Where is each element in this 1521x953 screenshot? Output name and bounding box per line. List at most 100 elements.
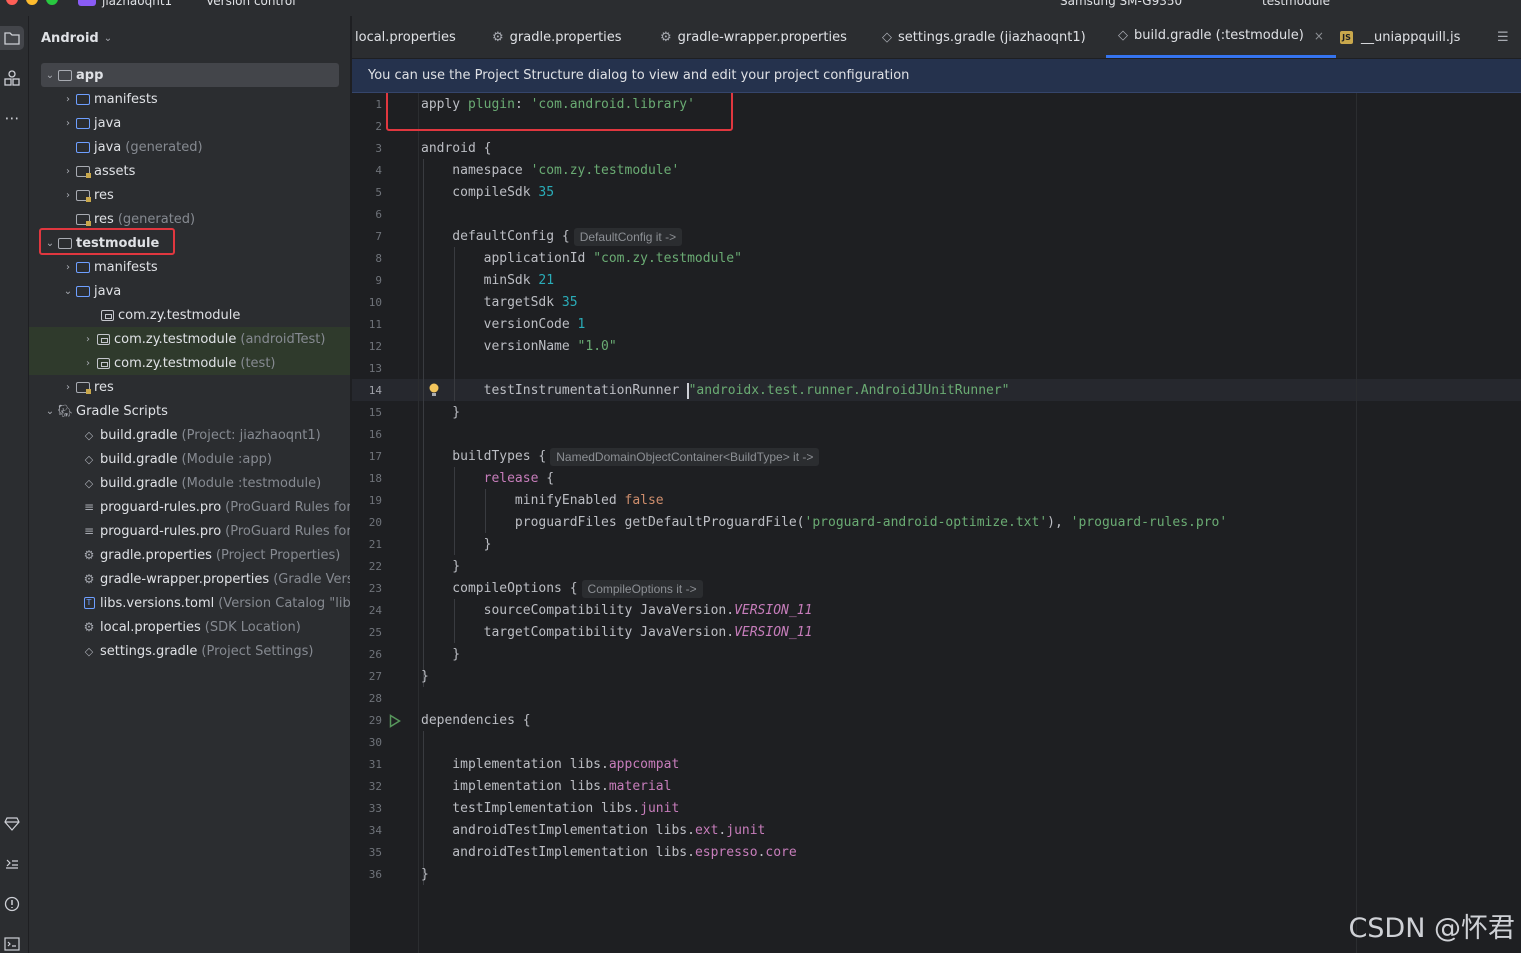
terminal-icon[interactable] bbox=[0, 932, 24, 953]
chevron-right-icon[interactable]: › bbox=[61, 94, 75, 105]
chevron-right-icon[interactable]: › bbox=[61, 118, 75, 129]
close-icon[interactable]: × bbox=[1314, 29, 1324, 43]
chevron-down-icon[interactable]: ⌄ bbox=[61, 286, 75, 297]
code-line: } bbox=[421, 647, 461, 662]
tree-node-gradle-scripts[interactable]: ⌄ 🐘︎ Gradle Scripts bbox=[29, 399, 350, 423]
tree-node-build-gradle[interactable]: ◇ build.gradle (Module :app) bbox=[29, 447, 350, 471]
chevron-right-icon[interactable]: › bbox=[61, 382, 75, 393]
folder-icon bbox=[75, 93, 91, 105]
line-number: 30 bbox=[368, 736, 382, 749]
line-number: 16 bbox=[368, 428, 382, 441]
code-line: implementation libs.appcompat bbox=[421, 757, 680, 772]
chevron-right-icon[interactable]: › bbox=[61, 166, 75, 177]
line-number: 32 bbox=[368, 780, 382, 793]
device-selector[interactable]: Samsung SM-G9350 bbox=[1060, 0, 1182, 8]
line-number: 29 bbox=[368, 714, 382, 727]
resource-folder-icon bbox=[75, 189, 91, 202]
lightbulb-icon[interactable] bbox=[428, 382, 440, 398]
run-config-selector[interactable]: testmodule bbox=[1262, 0, 1330, 8]
code-line-current: testInstrumentationRunner "androidx.test… bbox=[421, 382, 1010, 399]
tab-uniappquill-js[interactable]: JS __uniappquill.js bbox=[1340, 16, 1460, 58]
module-folder-icon bbox=[57, 69, 73, 81]
chevron-down-icon[interactable]: ⌄ bbox=[43, 406, 57, 417]
tree-node-gradle-properties[interactable]: ⚙ gradle.properties (Project Properties) bbox=[29, 543, 350, 567]
inlay-hint[interactable]: DefaultConfig it -> bbox=[573, 227, 683, 246]
tree-node-java[interactable]: ⌄ java bbox=[29, 279, 350, 303]
line-number: 9 bbox=[375, 274, 382, 287]
tab-gradle-wrapper-properties[interactable]: ⚙ gradle-wrapper.properties bbox=[660, 16, 847, 58]
code-line: androidTestImplementation libs.ext.junit bbox=[421, 823, 766, 838]
chevron-down-icon[interactable]: ⌄ bbox=[43, 238, 57, 249]
tree-node-assets[interactable]: › assets bbox=[29, 159, 350, 183]
tree-node-proguard[interactable]: ≡ proguard-rules.pro (ProGuard Rules for… bbox=[29, 519, 350, 543]
tree-node-package-test[interactable]: › com.zy.testmodule (test) bbox=[29, 351, 350, 375]
line-number: 11 bbox=[368, 318, 382, 331]
tree-node-java-generated[interactable]: java (generated) bbox=[29, 135, 350, 159]
chevron-right-icon[interactable]: › bbox=[81, 334, 95, 345]
project-selector[interactable]: jiazhaoqnt1 bbox=[102, 0, 172, 8]
tree-node-package[interactable]: com.zy.testmodule bbox=[29, 303, 350, 327]
module-folder-icon bbox=[57, 237, 73, 249]
tab-settings-gradle[interactable]: ◇ settings.gradle (jiazhaoqnt1) bbox=[882, 16, 1086, 58]
project-tool-icon[interactable] bbox=[0, 26, 24, 50]
maximize-window-icon[interactable] bbox=[46, 0, 58, 5]
tree-node-build-gradle[interactable]: ◇ build.gradle (Module :testmodule) bbox=[29, 471, 350, 495]
code-line: targetCompatibility JavaVersion.VERSION_… bbox=[421, 625, 813, 640]
tab-overflow-icon[interactable]: ☰ bbox=[1497, 16, 1515, 58]
gradle-file-icon: ◇ bbox=[84, 452, 94, 466]
tree-node-build-gradle[interactable]: ◇ build.gradle (Project: jiazhaoqnt1) bbox=[29, 423, 350, 447]
project-tree: ⌄ app › manifests › java java (generated… bbox=[29, 63, 350, 663]
more-tools-icon[interactable]: ⋯ bbox=[0, 106, 24, 130]
tree-node-manifests[interactable]: › manifests bbox=[29, 87, 350, 111]
tree-node-libs-versions[interactable]: T libs.versions.toml (Version Catalog "l… bbox=[29, 591, 350, 615]
project-view-label: Android bbox=[41, 30, 99, 46]
project-view-selector[interactable]: Android ⌄ bbox=[29, 16, 350, 60]
code-line: sourceCompatibility JavaVersion.VERSION_… bbox=[421, 603, 813, 618]
inlay-hint[interactable]: NamedDomainObjectContainer<BuildType> it… bbox=[550, 447, 820, 466]
code-line: defaultConfig {DefaultConfig it -> bbox=[421, 226, 683, 248]
chevron-right-icon[interactable]: › bbox=[61, 262, 75, 273]
line-number: 10 bbox=[368, 296, 382, 309]
chevron-right-icon[interactable]: › bbox=[81, 358, 95, 369]
problems-icon[interactable] bbox=[0, 892, 24, 916]
project-badge-icon bbox=[78, 0, 96, 6]
vcs-menu[interactable]: Version control bbox=[206, 0, 296, 8]
close-window-icon[interactable] bbox=[6, 0, 18, 5]
line-number: 7 bbox=[375, 230, 382, 243]
logcat-icon[interactable] bbox=[0, 852, 24, 876]
line-number: 36 bbox=[368, 868, 382, 881]
tree-node-testmodule[interactable]: ⌄ testmodule bbox=[29, 231, 350, 255]
chevron-right-icon[interactable]: › bbox=[61, 190, 75, 201]
tab-local-properties[interactable]: local.properties bbox=[355, 16, 456, 58]
code-line: applicationId "com.zy.testmodule" bbox=[421, 251, 742, 266]
tree-node-manifests[interactable]: › manifests bbox=[29, 255, 350, 279]
code-editor[interactable]: 1 2 3 4 5 6 7 8 9 10 11 12 13 14 15 16 17 18 19 20 21 22 23 24 2… bbox=[352, 93, 1521, 953]
chevron-down-icon[interactable]: ⌄ bbox=[43, 70, 57, 81]
inlay-hint[interactable]: CompileOptions it -> bbox=[581, 579, 703, 598]
tree-node-local-properties[interactable]: ⚙ local.properties (SDK Location) bbox=[29, 615, 350, 639]
resource-manager-icon[interactable] bbox=[0, 66, 24, 90]
tab-build-gradle-testmodule[interactable]: ◇ build.gradle (:testmodule) × bbox=[1106, 16, 1336, 58]
tree-node-gradle-wrapper[interactable]: ⚙ gradle-wrapper.properties (Gradle Vers… bbox=[29, 567, 350, 591]
line-number: 17 bbox=[368, 450, 382, 463]
tree-node-res-generated[interactable]: res (generated) bbox=[29, 207, 350, 231]
project-panel: Android ⌄ ⌄ app › manifests › java java … bbox=[29, 16, 351, 953]
line-number: 21 bbox=[368, 538, 382, 551]
tree-node-java[interactable]: › java bbox=[29, 111, 350, 135]
watermark: CSDN @怀君 bbox=[1348, 913, 1515, 944]
run-gutter-icon[interactable] bbox=[389, 713, 401, 728]
line-number: 1 bbox=[375, 98, 382, 111]
gem-icon[interactable] bbox=[0, 812, 24, 836]
package-icon bbox=[95, 333, 111, 345]
tree-node-res[interactable]: › res bbox=[29, 183, 350, 207]
toml-file-icon: T bbox=[81, 597, 97, 609]
tree-node-package-androidtest[interactable]: › com.zy.testmodule (androidTest) bbox=[29, 327, 350, 351]
tree-node-settings-gradle[interactable]: ◇ settings.gradle (Project Settings) bbox=[29, 639, 350, 663]
tab-gradle-properties[interactable]: ⚙ gradle.properties bbox=[492, 16, 622, 58]
line-number: 15 bbox=[368, 406, 382, 419]
tree-node-app[interactable]: ⌄ app bbox=[41, 63, 339, 87]
tree-node-proguard[interactable]: ≡ proguard-rules.pro (ProGuard Rules for… bbox=[29, 495, 350, 519]
folder-icon bbox=[75, 261, 91, 273]
minimize-window-icon[interactable] bbox=[26, 0, 38, 5]
tree-node-res[interactable]: › res bbox=[29, 375, 350, 399]
